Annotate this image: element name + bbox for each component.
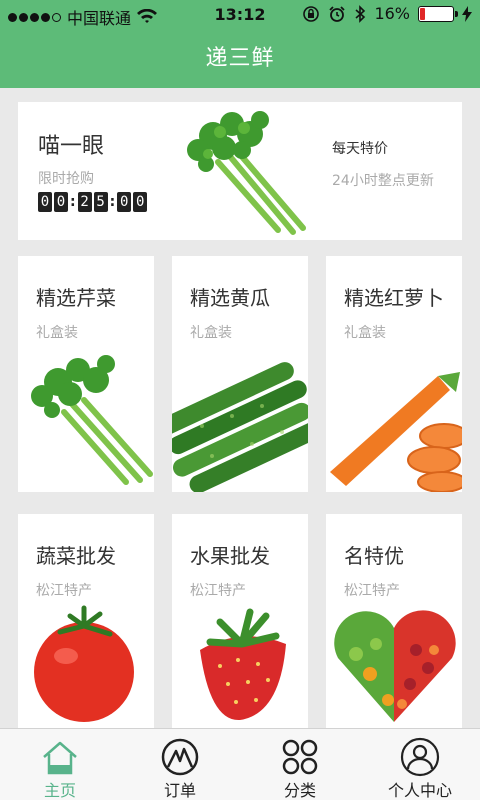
promo-title: 喵一眼: [38, 134, 105, 159]
category-fruits[interactable]: 水果批发 松江特产: [172, 514, 308, 744]
strawberry-image: [200, 608, 286, 721]
alarm-icon: [329, 5, 346, 22]
tab-label: 分类: [283, 781, 316, 800]
countdown-timer: 0 0 : 2 5 : 0 0: [38, 192, 148, 212]
category-title: 名特优: [344, 544, 404, 568]
wholesale-row: 蔬菜批发 松江特产 水果批发 松江特产 名特优 松江特产: [18, 514, 462, 744]
header-bar: 中国联通 13:12 16% 递三鲜: [0, 0, 480, 88]
category-subtitle: 松江特产: [36, 583, 92, 599]
bluetooth-icon: [355, 4, 366, 23]
category-specialty[interactable]: 名特优 松江特产: [326, 514, 462, 744]
featured-item-celery[interactable]: 精选芹菜 礼盒装: [18, 256, 154, 492]
charging-icon: [462, 5, 472, 22]
tab-label: 个人中心: [387, 781, 452, 800]
tab-bar: 主页 订单 分类 个人中心: [0, 728, 480, 800]
promo-subtitle: 限时抢购: [38, 171, 94, 187]
timer-digit: 0: [133, 192, 148, 212]
timer-digit: 0: [38, 192, 52, 212]
timer-digit: 2: [77, 192, 92, 212]
tab-home[interactable]: 主页: [0, 729, 120, 800]
promo-right-title: 每天特价: [332, 141, 388, 157]
celery-image: [187, 111, 306, 235]
tab-orders[interactable]: 订单: [120, 729, 240, 800]
featured-subtitle: 礼盒装: [190, 325, 232, 341]
category-vegetables[interactable]: 蔬菜批发 松江特产: [18, 514, 154, 744]
promo-right-subtitle: 24小时整点更新: [332, 173, 434, 189]
featured-subtitle: 礼盒装: [344, 325, 386, 341]
tab-category[interactable]: 分类: [240, 729, 360, 800]
tab-label: 主页: [43, 781, 76, 800]
timer-digit: 0: [54, 192, 68, 212]
tomato-image: [34, 605, 134, 722]
celery-image: [31, 355, 153, 485]
battery-icon: [418, 5, 458, 22]
category-subtitle: 松江特产: [344, 583, 400, 599]
featured-item-carrot[interactable]: 精选红萝卜 礼盒装: [326, 256, 462, 492]
home-icon: [43, 741, 77, 775]
category-subtitle: 松江特产: [190, 583, 246, 599]
featured-subtitle: 礼盒装: [36, 325, 78, 341]
timer-digit: 0: [117, 192, 132, 212]
status-bar: 中国联通 13:12 16%: [0, 0, 480, 30]
flash-sale-card[interactable]: 喵一眼 限时抢购 0 0 : 2 5 : 0 0 每天特价 24小时整点更新: [18, 102, 462, 240]
featured-title: 精选芹菜: [36, 286, 116, 310]
category-title: 水果批发: [190, 544, 270, 568]
profile-icon: [400, 737, 440, 777]
heart-produce-image: [334, 610, 456, 722]
tab-label: 订单: [163, 781, 196, 800]
status-right: 16%: [302, 4, 472, 23]
rotation-lock-icon: [303, 5, 320, 22]
featured-title: 精选红萝卜: [344, 286, 444, 310]
featured-title: 精选黄瓜: [190, 286, 270, 310]
category-title: 蔬菜批发: [36, 544, 116, 568]
page-title: 递三鲜: [205, 46, 275, 71]
featured-row: 精选芹菜 礼盒装 精选黄瓜 礼盒装 精选红萝卜 礼盒装: [18, 256, 462, 492]
timer-digit: 5: [93, 192, 108, 212]
orders-icon: [161, 738, 199, 776]
featured-item-cucumber[interactable]: 精选黄瓜 礼盒装: [172, 256, 308, 492]
battery-percent: 16%: [374, 4, 410, 23]
category-icon: [282, 739, 318, 775]
carrot-image: [330, 372, 462, 492]
cucumber-image: [172, 362, 308, 492]
tab-profile[interactable]: 个人中心: [360, 729, 480, 800]
